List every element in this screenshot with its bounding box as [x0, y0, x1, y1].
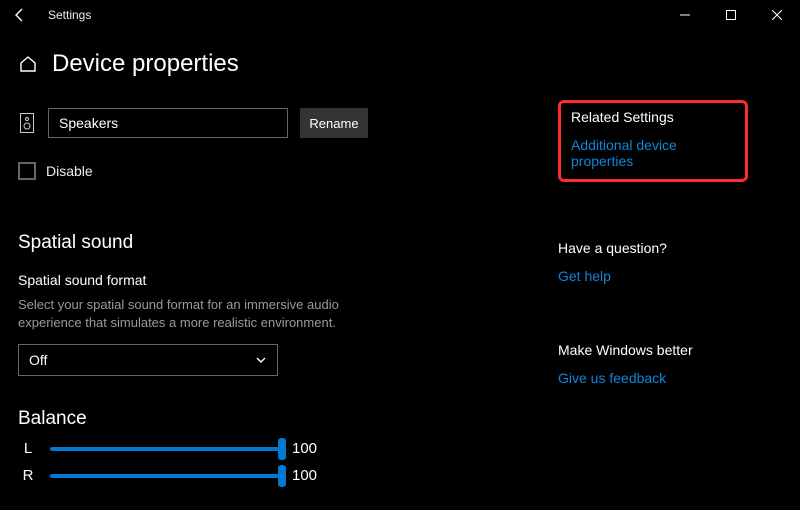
- device-name-input[interactable]: [48, 108, 288, 138]
- balance-right-value: 100: [292, 467, 317, 484]
- make-windows-better-heading: Make Windows better: [558, 342, 778, 358]
- additional-device-properties-link[interactable]: Additional device properties: [571, 137, 735, 169]
- rename-button[interactable]: Rename: [300, 108, 368, 138]
- spatial-format-dropdown[interactable]: Off: [18, 344, 278, 376]
- spatial-format-label: Spatial sound format: [18, 272, 398, 288]
- spatial-help-text: Select your spatial sound format for an …: [18, 296, 388, 332]
- close-button[interactable]: [754, 0, 800, 30]
- highlight-related-settings: Related Settings Additional device prope…: [558, 100, 748, 182]
- disable-label: Disable: [46, 163, 93, 179]
- balance-left-label: L: [18, 440, 38, 457]
- minimize-button[interactable]: [662, 0, 708, 30]
- balance-right-slider[interactable]: [50, 474, 280, 478]
- get-help-link[interactable]: Get help: [558, 268, 778, 284]
- chevron-down-icon: [255, 354, 267, 366]
- spatial-sound-heading: Spatial sound: [18, 232, 398, 254]
- give-feedback-link[interactable]: Give us feedback: [558, 370, 778, 386]
- have-question-heading: Have a question?: [558, 240, 778, 256]
- slider-thumb[interactable]: [278, 438, 286, 460]
- back-button[interactable]: [0, 0, 40, 30]
- slider-thumb[interactable]: [278, 465, 286, 487]
- balance-left-slider[interactable]: [50, 447, 280, 451]
- app-title: Settings: [48, 8, 91, 22]
- disable-checkbox[interactable]: [18, 162, 36, 180]
- speaker-icon: [18, 112, 36, 134]
- maximize-button[interactable]: [708, 0, 754, 30]
- page-title: Device properties: [52, 50, 239, 78]
- dropdown-value: Off: [29, 352, 47, 368]
- balance-left-value: 100: [292, 440, 317, 457]
- home-icon[interactable]: [18, 54, 38, 74]
- balance-right-label: R: [18, 467, 38, 484]
- balance-heading: Balance: [18, 408, 398, 430]
- related-settings-heading: Related Settings: [571, 109, 735, 125]
